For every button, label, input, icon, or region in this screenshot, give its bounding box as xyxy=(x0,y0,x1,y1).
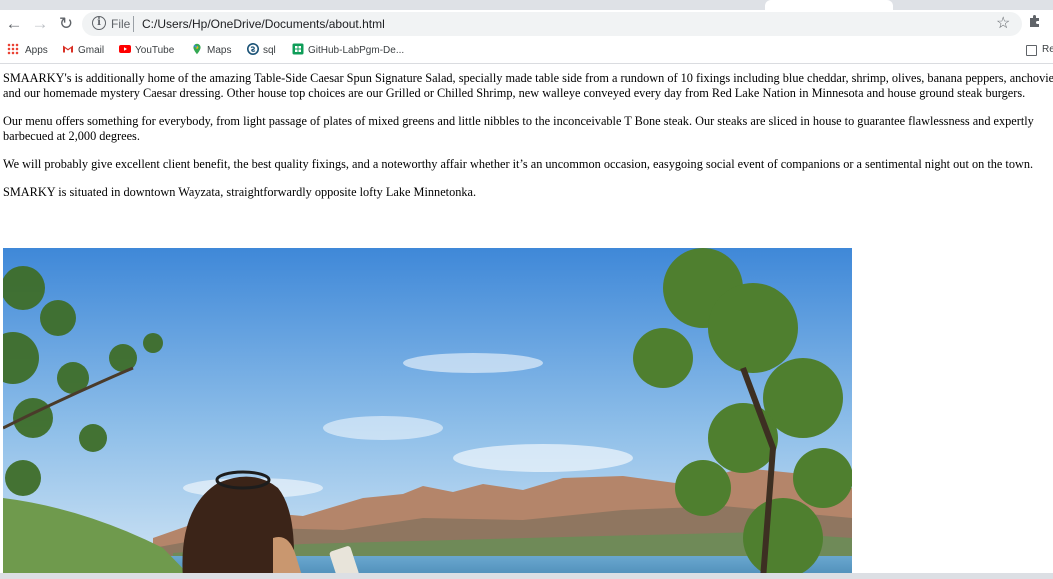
sheets-icon xyxy=(292,43,304,55)
tab[interactable] xyxy=(381,0,506,10)
tab[interactable] xyxy=(0,0,125,10)
bookmark-label: YouTube xyxy=(135,45,175,56)
info-icon[interactable]: i xyxy=(92,16,106,30)
bookmark-star-icon[interactable]: ☆ xyxy=(996,14,1010,34)
url-separator xyxy=(133,16,134,32)
tab[interactable] xyxy=(896,0,1026,10)
gmail-icon xyxy=(63,45,73,53)
paragraph: SMAARKY's is additionally home of the am… xyxy=(3,71,1053,100)
address-bar[interactable]: i File C:/Users/Hp/OneDrive/Documents/ab… xyxy=(82,12,1022,36)
bookmark-gmail[interactable]: Gmail xyxy=(62,43,104,59)
arrow-left-icon: ← xyxy=(5,14,23,33)
arrow-right-icon: → xyxy=(31,14,49,33)
bookmark-label: GitHub-LabPgm-De... xyxy=(308,45,405,56)
paragraph: Our menu offers something for everybody,… xyxy=(3,114,1034,143)
paragraph: We will probably give excellent client b… xyxy=(3,157,1034,171)
browser-toolbar: ← → ↻ i File C:/Users/Hp/OneDrive/Docume… xyxy=(0,10,1053,38)
horizontal-scrollbar[interactable] xyxy=(0,573,1053,579)
bookmark-label: Maps xyxy=(207,45,232,56)
bookmark-sql[interactable]: sql xyxy=(247,43,276,59)
tab[interactable] xyxy=(254,0,379,10)
lake-mountain-photo xyxy=(3,248,852,579)
forward-button[interactable]: → xyxy=(30,14,50,34)
tab[interactable] xyxy=(127,0,252,10)
page-content: SMAARKY's is additionally home of the am… xyxy=(3,64,1053,213)
reading-list-label[interactable]: Re xyxy=(1042,44,1053,55)
url-text[interactable]: C:/Users/Hp/OneDrive/Documents/about.htm… xyxy=(142,17,385,31)
url-scheme-label: File xyxy=(111,17,131,31)
paragraph: SMARKY is situated in downtown Wayzata, … xyxy=(3,185,477,199)
back-button[interactable]: ← xyxy=(4,14,24,34)
tab[interactable] xyxy=(508,0,633,10)
bookmark-github-labpgm[interactable]: GitHub-LabPgm-De... xyxy=(292,43,404,59)
bookmark-label: sql xyxy=(263,45,276,56)
sql-icon xyxy=(247,43,259,55)
tab-active[interactable] xyxy=(765,0,893,10)
bookmark-youtube[interactable]: YouTube xyxy=(119,43,174,59)
youtube-icon xyxy=(119,45,131,53)
extensions-puzzle-icon[interactable] xyxy=(1028,14,1042,34)
bookmark-label: Apps xyxy=(25,45,48,56)
reload-button[interactable]: ↻ xyxy=(56,14,76,34)
hero-image xyxy=(3,248,852,579)
bookmark-maps[interactable]: Maps xyxy=(191,43,231,59)
reload-icon: ↻ xyxy=(58,14,74,33)
tab[interactable] xyxy=(635,0,760,10)
bookmark-apps[interactable]: Apps xyxy=(7,43,48,59)
tab-strip xyxy=(0,0,1053,10)
bookmark-label: Gmail xyxy=(78,45,105,56)
reading-list-icon[interactable] xyxy=(1026,45,1037,56)
apps-grid-icon xyxy=(7,43,19,55)
maps-pin-icon xyxy=(193,43,201,55)
bookmarks-bar: Apps Gmail YouTube Maps sql GitHub-LabPg… xyxy=(0,38,1053,64)
